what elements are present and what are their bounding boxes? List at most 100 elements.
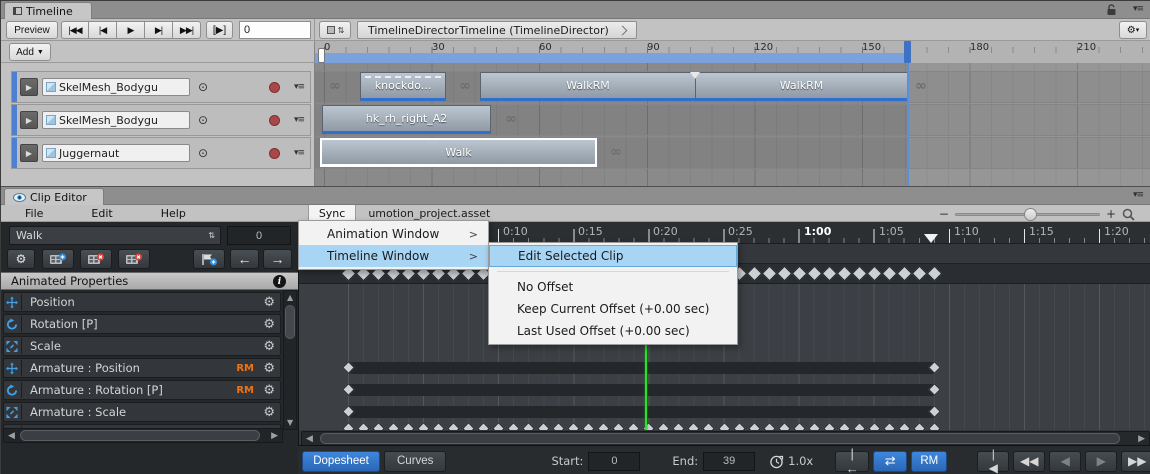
previous-bookmark-button[interactable]: ← xyxy=(230,249,259,269)
keyframe-diamond[interactable] xyxy=(881,266,897,282)
context-menu-item[interactable]: Last Used Offset (+0.00 sec) xyxy=(489,320,737,342)
keyframe-diamond[interactable] xyxy=(911,266,927,282)
play-button[interactable]: ▶ xyxy=(117,21,145,39)
property-row[interactable]: Rotation [P]⚙ xyxy=(3,314,281,334)
track-menu-icon[interactable]: ▾≡ xyxy=(294,148,304,158)
track-menu-icon[interactable]: ▾≡ xyxy=(294,82,304,92)
expand-track-icon[interactable]: ▶ xyxy=(20,78,38,96)
go-to-start-button[interactable]: |◀◀ xyxy=(61,21,89,39)
clip[interactable]: hk_rh_right_A2 xyxy=(322,105,491,134)
keyframe-diamond[interactable] xyxy=(926,266,942,282)
keyframe-range-bar[interactable] xyxy=(349,362,935,374)
next-frame-button[interactable]: ▶| xyxy=(145,21,173,39)
keyframe-diamond[interactable] xyxy=(896,266,912,282)
track-target-icon[interactable]: ⊙ xyxy=(198,80,208,94)
track-target-icon[interactable]: ⊙ xyxy=(198,146,208,160)
zoom-slider-rail[interactable] xyxy=(955,213,1100,216)
timeline-ruler[interactable]: 0306090120150180210 xyxy=(314,41,1150,63)
hscroll-thumb-right[interactable] xyxy=(320,433,1120,444)
keyframe-diamond[interactable] xyxy=(791,266,807,282)
track-header[interactable]: ▶SkelMesh_Bodygu⊙▾≡ xyxy=(11,104,311,136)
timeline-frame0-marker[interactable] xyxy=(318,48,325,63)
property-row[interactable]: Scale⚙ xyxy=(3,336,281,356)
first-frame-button[interactable]: |◀ xyxy=(977,451,1009,472)
property-row[interactable]: Armature : Rotation [P]RM⚙ xyxy=(3,380,281,400)
unlock-icon[interactable] xyxy=(1106,4,1117,16)
track-header[interactable]: ▶Juggernaut⊙▾≡ xyxy=(11,137,311,169)
keyframe-diamond[interactable] xyxy=(776,266,792,282)
keyframe-diamond[interactable] xyxy=(806,266,822,282)
tab-clip-editor[interactable]: Clip Editor xyxy=(4,188,104,205)
menu-file[interactable]: File xyxy=(1,205,67,222)
hscroll-thumb-left[interactable] xyxy=(20,430,260,441)
expand-track-icon[interactable]: ▶ xyxy=(20,144,38,162)
preview-button[interactable]: Preview xyxy=(6,21,58,39)
track-menu-icon[interactable]: ▾≡ xyxy=(294,115,304,125)
add-clip-button[interactable] xyxy=(42,249,74,269)
keyframe-diamond[interactable] xyxy=(866,266,882,282)
start-field[interactable] xyxy=(588,452,640,471)
keyframe-diamond[interactable] xyxy=(836,266,852,282)
keyframe-diamond[interactable] xyxy=(821,266,837,282)
timeline-clips-area[interactable]: knockdo...WalkRMWalkRMhk_rh_right_A2Walk… xyxy=(314,63,1150,186)
property-gear-icon[interactable]: ⚙ xyxy=(263,317,275,332)
scroll-down-icon[interactable]: ▼ xyxy=(287,418,293,427)
play-backward-button[interactable]: ◀ xyxy=(1049,451,1081,472)
properties-horizontal-scrollbar[interactable]: ◀ ▶ xyxy=(3,428,283,443)
context-menu-item[interactable]: Animation Window> xyxy=(299,223,488,245)
keyframe-range-bar[interactable] xyxy=(349,406,935,418)
track-object-field[interactable]: SkelMesh_Bodygu xyxy=(42,78,190,96)
timeline-zoom-slider[interactable]: − + xyxy=(939,207,1135,221)
property-gear-icon[interactable]: ⚙ xyxy=(263,383,275,398)
clip-editor-menu-icon[interactable]: ▾≡ xyxy=(1133,190,1143,200)
playback-speed-clock-icon[interactable] xyxy=(769,454,784,469)
menu-edit[interactable]: Edit xyxy=(67,205,136,222)
context-menu-item[interactable]: Edit Selected Clip xyxy=(489,245,737,267)
track-object-field[interactable]: SkelMesh_Bodygu xyxy=(42,111,190,129)
magnifier-icon[interactable] xyxy=(1122,208,1135,221)
go-to-end-button[interactable]: ▶▶| xyxy=(173,21,201,39)
record-indicator[interactable] xyxy=(269,115,280,126)
dopesheet-horizontal-scrollbar[interactable]: ◀ ▶ xyxy=(301,431,1150,446)
rm-toggle-button[interactable]: RM xyxy=(911,451,947,472)
zoom-slider-thumb[interactable] xyxy=(1024,208,1037,221)
add-track-button[interactable]: Add▼ xyxy=(9,43,51,61)
previous-frame-button[interactable]: |◀ xyxy=(89,21,117,39)
next-key-button[interactable]: ▶▶ xyxy=(1121,451,1150,472)
dopesheet-tab-button[interactable]: Dopesheet xyxy=(302,451,380,472)
clip-end-marker[interactable] xyxy=(924,234,938,243)
keyframe-diamond[interactable] xyxy=(746,266,762,282)
scroll-right-icon[interactable]: ▶ xyxy=(271,431,278,441)
clip[interactable]: knockdo... xyxy=(360,72,446,101)
clip-select-dropdown[interactable]: Walk ⇅ xyxy=(9,226,221,245)
context-menu-item[interactable]: Timeline Window> xyxy=(299,245,488,267)
keyframe-range-bar[interactable] xyxy=(349,384,935,396)
timeline-frame-field[interactable] xyxy=(239,21,311,39)
scroll-right-icon[interactable]: ▶ xyxy=(1138,434,1145,444)
context-menu-item[interactable]: No Offset xyxy=(489,276,737,298)
clip[interactable]: WalkRM xyxy=(695,72,908,101)
property-gear-icon[interactable]: ⚙ xyxy=(263,405,275,420)
menu-help[interactable]: Help xyxy=(137,205,210,222)
previous-key-button[interactable]: ◀◀ xyxy=(1013,451,1045,472)
delete-clip-button[interactable] xyxy=(80,249,112,269)
jump-to-start-button[interactable]: |← xyxy=(835,451,869,472)
record-indicator[interactable] xyxy=(269,82,280,93)
add-bookmark-button[interactable] xyxy=(193,249,225,269)
curves-tab-button[interactable]: Curves xyxy=(384,451,446,472)
property-gear-icon[interactable]: ⚙ xyxy=(263,295,275,310)
speed-value[interactable]: 1.0x xyxy=(788,454,813,468)
play-forward-button[interactable]: ▶ xyxy=(1085,451,1117,472)
property-gear-icon[interactable]: ⚙ xyxy=(263,339,275,354)
scroll-up-icon[interactable]: ▲ xyxy=(287,293,293,302)
track-target-icon[interactable]: ⊙ xyxy=(198,113,208,127)
breadcrumb[interactable]: TimelineDirectorTimeline (TimelineDirect… xyxy=(357,21,637,39)
track-header[interactable]: ▶SkelMesh_Bodygu ⊙ ▾≡ xyxy=(11,71,311,103)
scroll-left-icon[interactable]: ◀ xyxy=(8,431,15,441)
director-selector-button[interactable]: ⇅ xyxy=(319,21,351,39)
remove-clip-button[interactable] xyxy=(118,249,150,269)
end-field[interactable] xyxy=(703,452,755,471)
clip-blend-marker[interactable] xyxy=(690,72,700,79)
keyframe-diamond[interactable] xyxy=(761,266,777,282)
vscroll-thumb[interactable] xyxy=(285,305,295,339)
